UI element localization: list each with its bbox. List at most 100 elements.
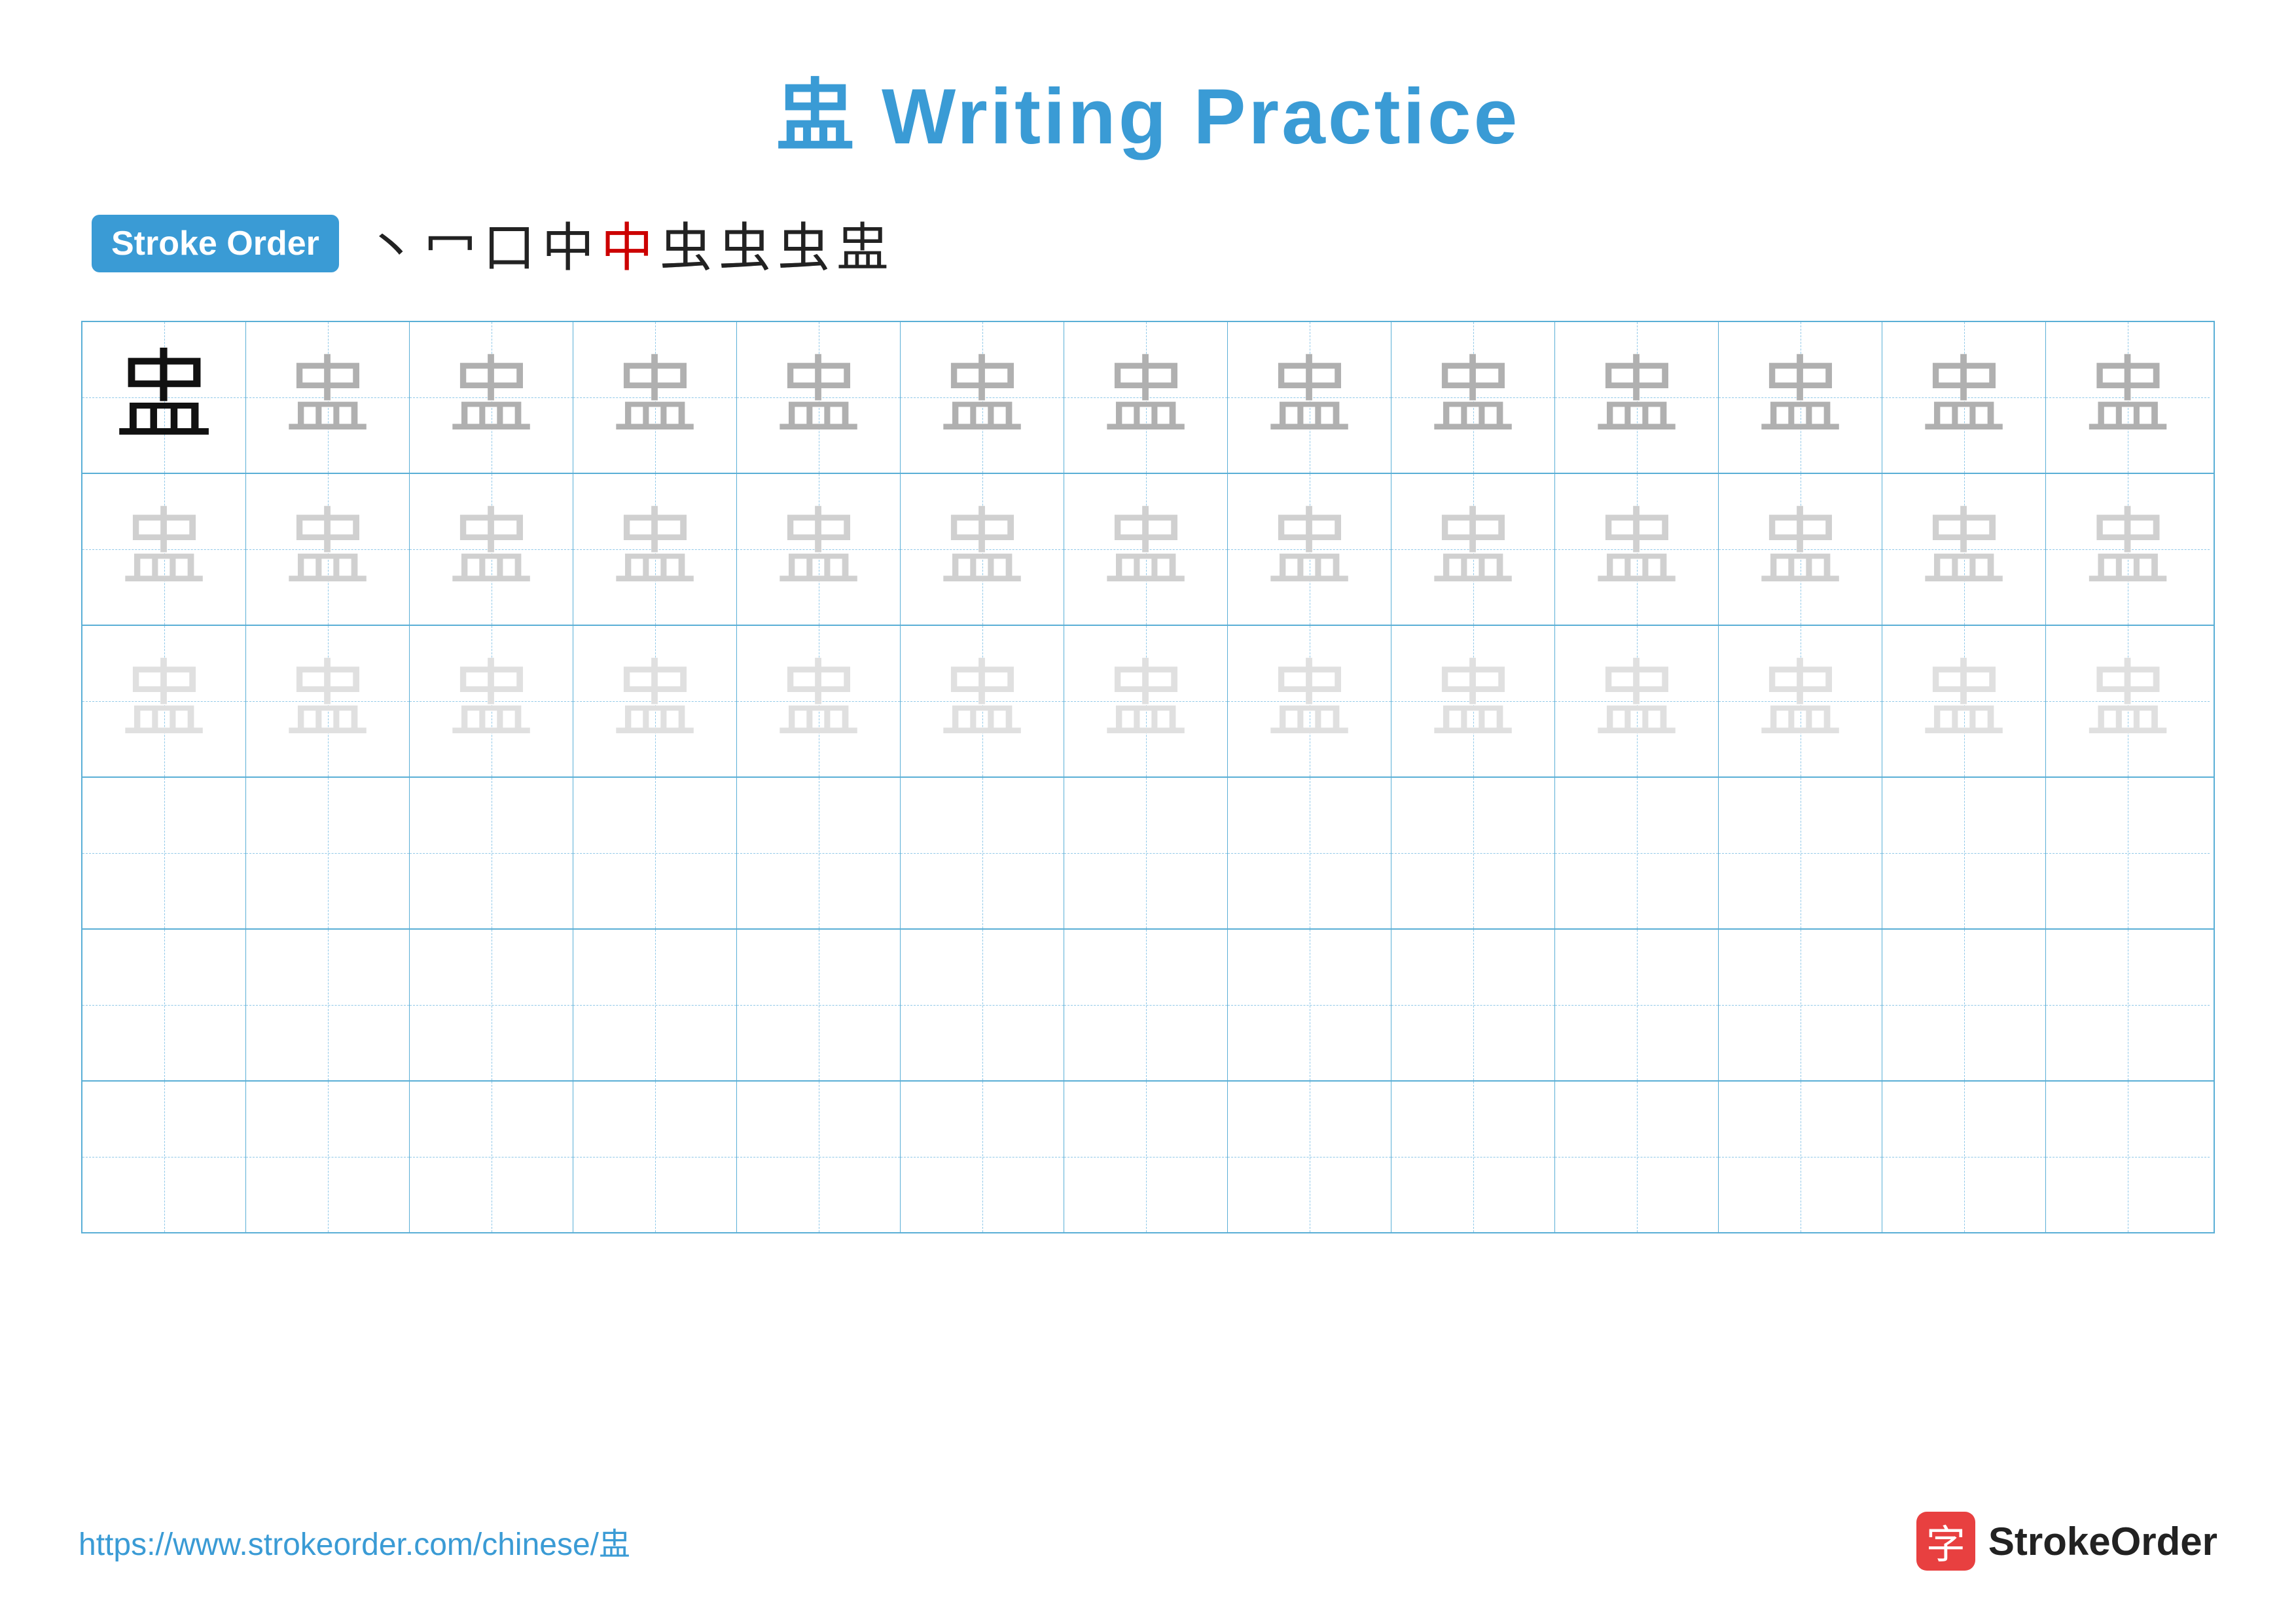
stroke-order-row: Stroke Order 丶 冖 口 中 中 虫 虫 虫 盅 <box>79 206 2217 282</box>
grid-cell-4-7[interactable] <box>1064 778 1228 928</box>
grid-cell-2-10[interactable]: 盅 <box>1555 474 1719 625</box>
grid-cell-4-11[interactable] <box>1719 778 1882 928</box>
practice-char: 盅 <box>1430 659 1515 744</box>
practice-char: 盅 <box>1757 659 1842 744</box>
grid-cell-6-3[interactable] <box>410 1082 573 1232</box>
grid-cell-2-5[interactable]: 盅 <box>737 474 901 625</box>
grid-cell-4-4[interactable] <box>573 778 737 928</box>
grid-cell-2-13[interactable]: 盅 <box>2046 474 2210 625</box>
grid-cell-1-3[interactable]: 盅 <box>410 322 573 473</box>
grid-cell-4-5[interactable] <box>737 778 901 928</box>
grid-cell-5-8[interactable] <box>1228 930 1391 1080</box>
grid-cell-6-12[interactable] <box>1882 1082 2046 1232</box>
grid-cell-4-12[interactable] <box>1882 778 2046 928</box>
grid-cell-3-5[interactable]: 盅 <box>737 626 901 776</box>
stroke-2: 冖 <box>424 206 476 282</box>
practice-char: 盅 <box>2085 355 2170 440</box>
practice-grid: 盅 盅 盅 盅 盅 盅 盅 盅 盅 <box>81 321 2215 1233</box>
grid-cell-6-7[interactable] <box>1064 1082 1228 1232</box>
grid-cell-4-8[interactable] <box>1228 778 1391 928</box>
grid-cell-2-4[interactable]: 盅 <box>573 474 737 625</box>
grid-cell-2-6[interactable]: 盅 <box>901 474 1064 625</box>
grid-cell-1-10[interactable]: 盅 <box>1555 322 1719 473</box>
grid-cell-6-6[interactable] <box>901 1082 1064 1232</box>
grid-cell-6-1[interactable] <box>82 1082 246 1232</box>
logo-text: StrokeOrder <box>1988 1519 2217 1564</box>
grid-cell-1-11[interactable]: 盅 <box>1719 322 1882 473</box>
grid-cell-5-3[interactable] <box>410 930 573 1080</box>
grid-cell-2-3[interactable]: 盅 <box>410 474 573 625</box>
grid-cell-4-9[interactable] <box>1391 778 1555 928</box>
practice-char: 盅 <box>612 355 697 440</box>
grid-cell-6-9[interactable] <box>1391 1082 1555 1232</box>
grid-cell-3-6[interactable]: 盅 <box>901 626 1064 776</box>
grid-cell-1-8[interactable]: 盅 <box>1228 322 1391 473</box>
stroke-order-badge: Stroke Order <box>92 215 339 272</box>
grid-cell-3-2[interactable]: 盅 <box>246 626 410 776</box>
grid-cell-6-10[interactable] <box>1555 1082 1719 1232</box>
grid-cell-3-10[interactable]: 盅 <box>1555 626 1719 776</box>
grid-cell-3-7[interactable]: 盅 <box>1064 626 1228 776</box>
grid-cell-3-11[interactable]: 盅 <box>1719 626 1882 776</box>
grid-cell-4-10[interactable] <box>1555 778 1719 928</box>
grid-cell-6-5[interactable] <box>737 1082 901 1232</box>
grid-cell-1-1[interactable]: 盅 <box>82 322 246 473</box>
practice-char: 盅 <box>121 507 206 592</box>
grid-cell-5-9[interactable] <box>1391 930 1555 1080</box>
grid-row-5 <box>82 930 2214 1082</box>
grid-cell-5-6[interactable] <box>901 930 1064 1080</box>
grid-cell-2-2[interactable]: 盅 <box>246 474 410 625</box>
grid-cell-4-13[interactable] <box>2046 778 2210 928</box>
grid-cell-1-2[interactable]: 盅 <box>246 322 410 473</box>
practice-char: 盅 <box>776 507 861 592</box>
stroke-9: 盅 <box>836 206 889 282</box>
grid-cell-2-12[interactable]: 盅 <box>1882 474 2046 625</box>
page-container: 盅 Writing Practice Stroke Order 丶 冖 口 中 … <box>0 0 2296 1623</box>
grid-cell-1-4[interactable]: 盅 <box>573 322 737 473</box>
practice-char: 盅 <box>612 507 697 592</box>
practice-char: 盅 <box>939 507 1024 592</box>
grid-cell-5-7[interactable] <box>1064 930 1228 1080</box>
grid-cell-4-2[interactable] <box>246 778 410 928</box>
grid-cell-3-13[interactable]: 盅 <box>2046 626 2210 776</box>
grid-cell-5-5[interactable] <box>737 930 901 1080</box>
grid-cell-2-7[interactable]: 盅 <box>1064 474 1228 625</box>
grid-cell-5-12[interactable] <box>1882 930 2046 1080</box>
grid-cell-3-9[interactable]: 盅 <box>1391 626 1555 776</box>
grid-cell-2-1[interactable]: 盅 <box>82 474 246 625</box>
grid-cell-2-9[interactable]: 盅 <box>1391 474 1555 625</box>
grid-cell-6-2[interactable] <box>246 1082 410 1232</box>
grid-cell-4-3[interactable] <box>410 778 573 928</box>
grid-cell-1-9[interactable]: 盅 <box>1391 322 1555 473</box>
grid-cell-2-11[interactable]: 盅 <box>1719 474 1882 625</box>
grid-row-4 <box>82 778 2214 930</box>
practice-char: 盅 <box>448 659 533 744</box>
grid-cell-5-4[interactable] <box>573 930 737 1080</box>
grid-cell-6-11[interactable] <box>1719 1082 1882 1232</box>
grid-cell-3-1[interactable]: 盅 <box>82 626 246 776</box>
grid-cell-4-1[interactable] <box>82 778 246 928</box>
grid-cell-3-8[interactable]: 盅 <box>1228 626 1391 776</box>
practice-char: 盅 <box>1921 659 2006 744</box>
grid-cell-3-3[interactable]: 盅 <box>410 626 573 776</box>
stroke-1: 丶 <box>365 206 418 282</box>
stroke-sequence: 丶 冖 口 中 中 虫 虫 虫 盅 <box>365 206 889 282</box>
footer: https://www.strokeorder.com/chinese/盅 字 … <box>79 1512 2217 1571</box>
grid-cell-3-12[interactable]: 盅 <box>1882 626 2046 776</box>
grid-cell-3-4[interactable]: 盅 <box>573 626 737 776</box>
grid-cell-1-13[interactable]: 盅 <box>2046 322 2210 473</box>
grid-cell-5-13[interactable] <box>2046 930 2210 1080</box>
grid-cell-1-6[interactable]: 盅 <box>901 322 1064 473</box>
grid-cell-4-6[interactable] <box>901 778 1064 928</box>
grid-cell-2-8[interactable]: 盅 <box>1228 474 1391 625</box>
grid-cell-5-10[interactable] <box>1555 930 1719 1080</box>
grid-cell-1-5[interactable]: 盅 <box>737 322 901 473</box>
grid-cell-1-12[interactable]: 盅 <box>1882 322 2046 473</box>
grid-cell-5-11[interactable] <box>1719 930 1882 1080</box>
grid-cell-5-2[interactable] <box>246 930 410 1080</box>
grid-cell-6-8[interactable] <box>1228 1082 1391 1232</box>
grid-cell-6-13[interactable] <box>2046 1082 2210 1232</box>
grid-cell-5-1[interactable] <box>82 930 246 1080</box>
grid-cell-1-7[interactable]: 盅 <box>1064 322 1228 473</box>
grid-cell-6-4[interactable] <box>573 1082 737 1232</box>
